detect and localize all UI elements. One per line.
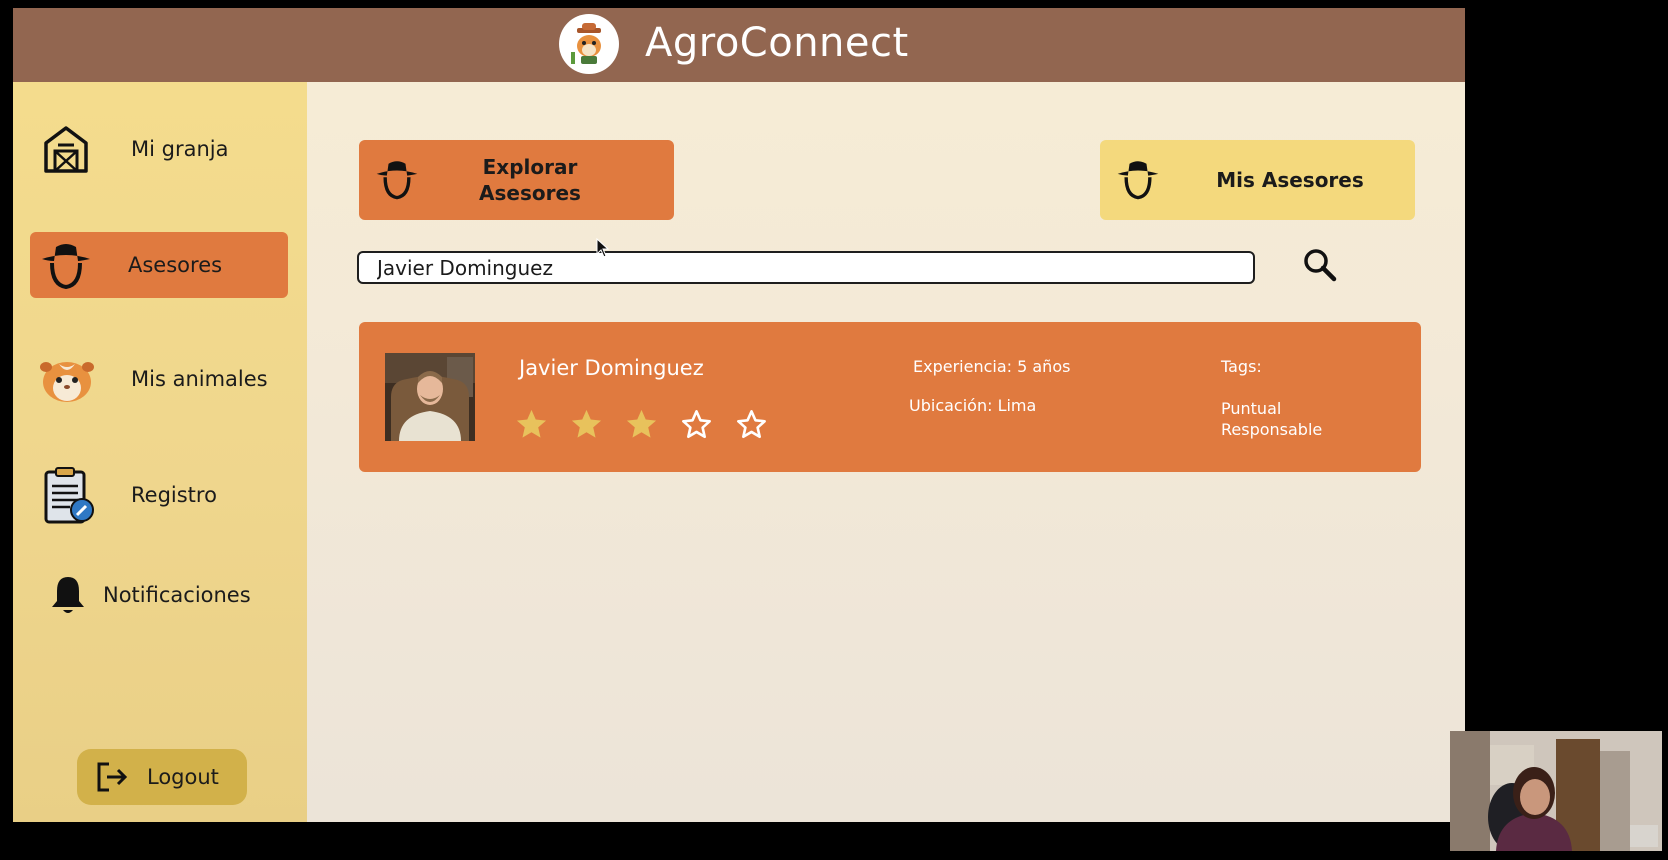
guinea-pig-icon	[40, 362, 94, 402]
main-content: Explorar Asesores Mis Asesores Javier Do…	[307, 82, 1465, 822]
webcam-overlay	[1450, 731, 1662, 851]
explore-advisors-button[interactable]: Explorar Asesores	[359, 140, 674, 220]
sidebar-item-label: Mi granja	[131, 137, 229, 161]
advisor-tags: Puntual Responsable	[1221, 398, 1322, 440]
bell-icon	[52, 577, 84, 613]
star-filled-icon	[626, 409, 657, 438]
sidebar-item-mi-granja[interactable]: Mi granja	[30, 116, 288, 182]
top-bar: AgroConnect	[13, 8, 1465, 82]
my-advisors-button[interactable]: Mis Asesores	[1100, 140, 1415, 220]
sidebar-item-registro[interactable]: Registro	[30, 462, 288, 528]
star-filled-icon	[516, 409, 547, 438]
advisor-tag: Responsable	[1221, 420, 1323, 439]
sidebar-item-label: Mis animales	[131, 367, 268, 391]
sidebar-item-label: Asesores	[128, 253, 223, 277]
logout-label: Logout	[147, 765, 219, 789]
farmer-hat-icon	[1117, 161, 1159, 200]
farmer-hat-icon	[42, 244, 90, 290]
search-input[interactable]	[357, 251, 1255, 284]
star-outline-icon	[737, 410, 766, 439]
logout-icon	[97, 762, 128, 792]
my-advisors-label: Mis Asesores	[1216, 168, 1364, 192]
sidebar-item-label: Registro	[131, 483, 217, 507]
logout-button[interactable]: Logout	[77, 749, 247, 805]
advisor-card[interactable]: Javier Dominguez Experiencia: 5 años Ubi…	[359, 322, 1421, 472]
farmer-hat-icon	[376, 161, 418, 200]
guinea-pig-farmer-logo-icon	[571, 23, 601, 64]
advisor-experience: Experiencia: 5 años	[913, 357, 1071, 376]
advisor-tags-label: Tags:	[1221, 357, 1262, 376]
app-logo	[559, 14, 619, 74]
advisor-photo	[385, 353, 475, 441]
sidebar-item-notificaciones[interactable]: Notificaciones	[30, 562, 288, 628]
mouse-cursor-icon	[596, 238, 610, 258]
star-filled-icon	[571, 409, 602, 438]
app-title: AgroConnect	[645, 20, 909, 66]
barn-icon	[44, 126, 88, 173]
sidebar-item-mis-animales[interactable]: Mis animales	[30, 346, 288, 412]
sidebar-item-asesores[interactable]: Asesores	[30, 232, 288, 298]
star-outline-icon	[682, 410, 711, 439]
clipboard-edit-icon	[44, 467, 94, 524]
app-window: AgroConnect Mi granja Asesores Mis anima…	[13, 8, 1465, 822]
sidebar: Mi granja Asesores Mis animales Registro…	[13, 82, 307, 822]
explore-advisors-label: Explorar Asesores	[479, 155, 581, 205]
sidebar-item-label: Notificaciones	[103, 583, 251, 607]
advisor-location: Ubicación: Lima	[909, 396, 1037, 415]
rating-stars	[514, 407, 769, 442]
search-icon[interactable]	[1302, 247, 1338, 283]
advisor-name: Javier Dominguez	[519, 356, 704, 380]
advisor-tag: Puntual	[1221, 399, 1282, 418]
